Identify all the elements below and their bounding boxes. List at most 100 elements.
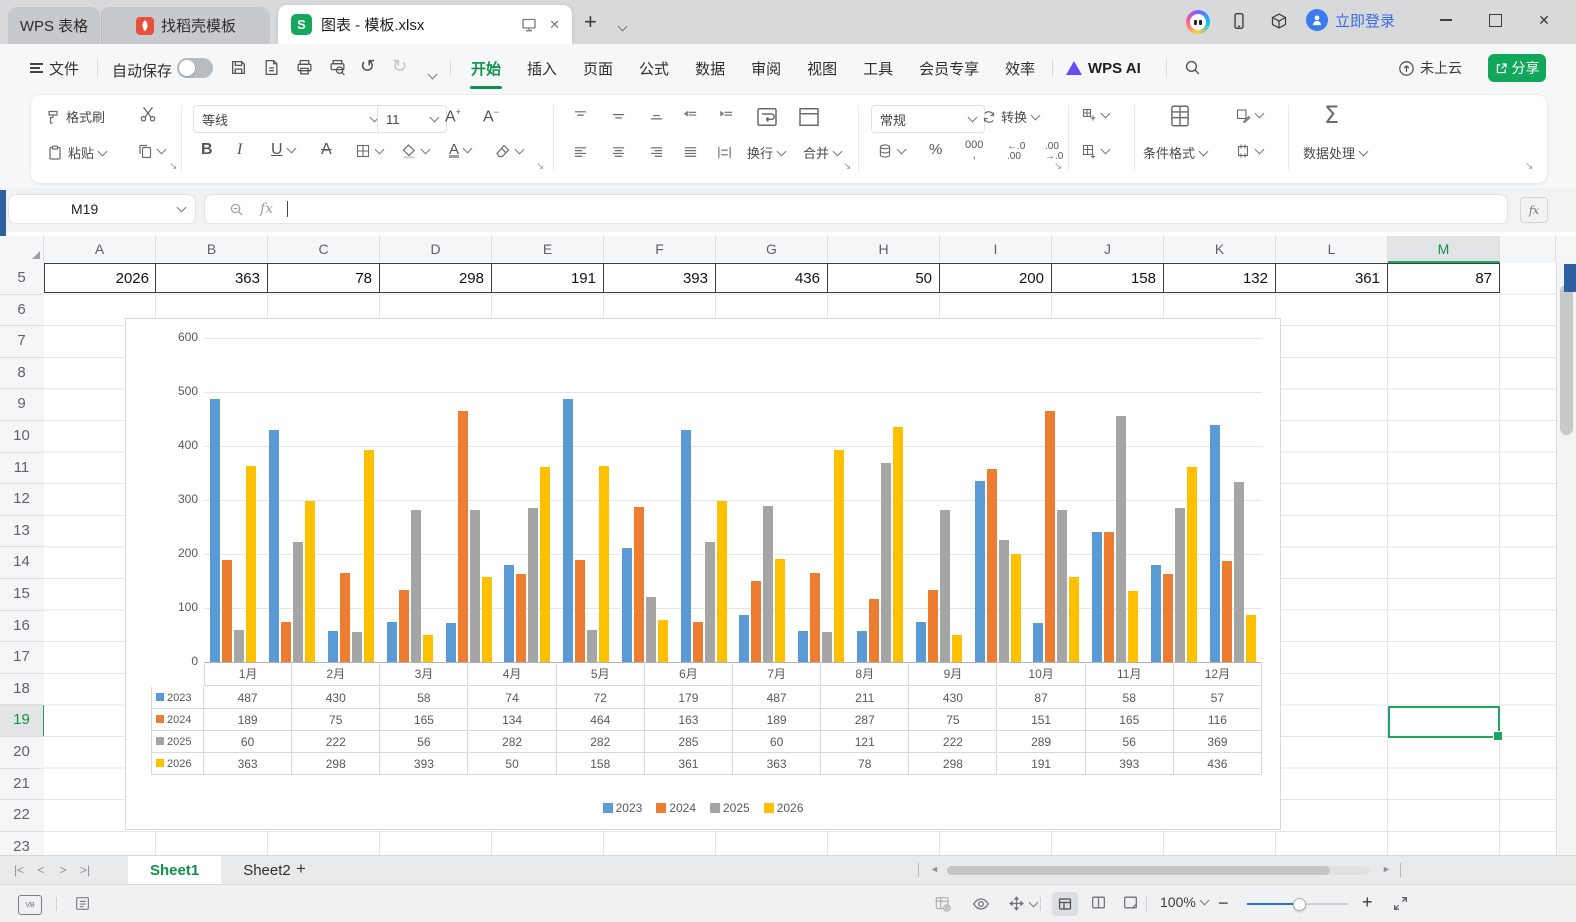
row-header-22[interactable]: 22 bbox=[0, 800, 43, 832]
bar-2023[interactable] bbox=[563, 399, 574, 662]
bar-2023[interactable] bbox=[1150, 565, 1161, 662]
legend-item-2023[interactable]: 2023 bbox=[602, 801, 642, 815]
scroll-left-icon[interactable]: ◄ bbox=[930, 864, 939, 874]
table-style-button[interactable] bbox=[1235, 143, 1265, 159]
view-normal-button[interactable] bbox=[1052, 892, 1078, 916]
clipboard-group-expander[interactable]: ↘ bbox=[169, 161, 177, 172]
column-header-I[interactable]: I bbox=[940, 236, 1052, 262]
column-header-C[interactable]: C bbox=[268, 236, 380, 262]
font-color-button[interactable]: A bbox=[449, 141, 473, 158]
print-icon[interactable] bbox=[296, 59, 313, 76]
row-header-11[interactable]: 11 bbox=[0, 452, 43, 485]
row-header-9[interactable]: 9 bbox=[0, 389, 43, 421]
cell-D5[interactable]: 298 bbox=[379, 263, 492, 293]
outline-view-icon[interactable] bbox=[74, 895, 91, 912]
share-button[interactable]: 分享 bbox=[1488, 54, 1546, 82]
scroll-right-icon[interactable]: ► bbox=[1382, 864, 1391, 874]
cube-icon[interactable] bbox=[1270, 12, 1288, 30]
row-header-20[interactable]: 20 bbox=[0, 737, 43, 769]
percent-style-button[interactable]: % bbox=[929, 141, 942, 158]
bar-2025[interactable] bbox=[880, 462, 891, 662]
bar-2023[interactable] bbox=[1033, 623, 1044, 662]
bar-2025[interactable] bbox=[528, 508, 539, 662]
zoom-slider-thumb[interactable] bbox=[1293, 898, 1306, 911]
bar-2026[interactable] bbox=[892, 426, 903, 662]
print-preview-icon[interactable] bbox=[329, 59, 346, 76]
tab-wps-home[interactable]: WPS 表格 bbox=[8, 7, 100, 44]
row-header-13[interactable]: 13 bbox=[0, 515, 43, 548]
menu-tab-数据[interactable]: 数据 bbox=[682, 44, 738, 92]
tab-list-chevron-icon[interactable] bbox=[614, 17, 628, 35]
justify-icon[interactable] bbox=[683, 145, 698, 160]
bar-2023[interactable] bbox=[504, 565, 515, 662]
bold-button[interactable]: B bbox=[201, 141, 213, 159]
hsplit-handle-right[interactable] bbox=[1400, 863, 1401, 877]
format-painter-button[interactable]: 格式刷 bbox=[45, 107, 105, 126]
legend-item-2024[interactable]: 2024 bbox=[656, 801, 696, 815]
align-left-icon[interactable] bbox=[573, 145, 588, 160]
name-box[interactable]: M19 bbox=[8, 194, 196, 224]
table-settings-icon[interactable] bbox=[934, 895, 952, 913]
insert-cells-button[interactable] bbox=[1081, 107, 1111, 123]
fill-color-button[interactable] bbox=[401, 143, 431, 159]
bar-2026[interactable] bbox=[1069, 576, 1080, 662]
bar-2023[interactable] bbox=[915, 622, 926, 662]
align-group-expander[interactable]: ↘ bbox=[843, 161, 851, 172]
login-area[interactable]: 立即登录 bbox=[1306, 9, 1395, 31]
number-group-expander[interactable]: ↘ bbox=[1054, 161, 1062, 172]
bar-2026[interactable] bbox=[481, 576, 492, 662]
underline-button[interactable]: U bbox=[271, 141, 297, 159]
column-header-L[interactable]: L bbox=[1276, 236, 1388, 262]
strikethrough-button[interactable]: A bbox=[321, 141, 332, 159]
cell-I5[interactable]: 200 bbox=[939, 263, 1052, 293]
embedded-chart[interactable]: 600 500 400 300 200 100 0 1月 2月 3月 4月 5月 6月 7月 8月 9月 10月… bbox=[125, 318, 1281, 830]
menu-tab-工具[interactable]: 工具 bbox=[850, 44, 906, 92]
view-page-button[interactable] bbox=[1122, 894, 1139, 911]
bar-2025[interactable] bbox=[410, 509, 421, 662]
data-process-button[interactable]: 数据处理 bbox=[1303, 143, 1369, 162]
italic-button[interactable]: I bbox=[237, 141, 242, 159]
row-header-10[interactable]: 10 bbox=[0, 421, 43, 453]
fill-handle[interactable] bbox=[1493, 731, 1503, 741]
cell-M5[interactable]: 87 bbox=[1387, 263, 1500, 293]
bar-2024[interactable] bbox=[1104, 532, 1115, 662]
cloud-sync-status[interactable]: 未上云 bbox=[1398, 44, 1462, 92]
assistant-icon[interactable] bbox=[1186, 10, 1210, 34]
selected-cell-m19[interactable] bbox=[1388, 706, 1503, 741]
bar-2023[interactable] bbox=[974, 481, 985, 662]
paste-button[interactable]: 粘贴 bbox=[47, 143, 108, 162]
shrink-font-button[interactable]: A− bbox=[483, 107, 499, 126]
font-group-expander[interactable]: ↘ bbox=[536, 161, 544, 172]
last-sheet-icon[interactable]: >| bbox=[74, 863, 96, 877]
font-name-select[interactable]: 等线 bbox=[193, 105, 387, 133]
tab-document-active[interactable]: S 图表 - 模板.xlsx ✕ bbox=[278, 5, 572, 44]
zoom-level-button[interactable]: 100% bbox=[1160, 894, 1210, 910]
bar-2025[interactable] bbox=[763, 505, 774, 662]
bar-2025[interactable] bbox=[293, 542, 304, 662]
bar-2024[interactable] bbox=[457, 411, 468, 662]
monitor-icon[interactable] bbox=[521, 17, 537, 33]
number-db-button[interactable] bbox=[877, 143, 907, 159]
column-header-H[interactable]: H bbox=[828, 236, 940, 262]
bar-2024[interactable] bbox=[339, 572, 350, 662]
decrease-decimal-button[interactable]: .00 →.0 bbox=[1045, 142, 1063, 162]
bar-2026[interactable] bbox=[246, 466, 257, 662]
bar-2025[interactable] bbox=[1233, 481, 1244, 662]
bar-2023[interactable] bbox=[386, 622, 397, 662]
menu-tab-视图[interactable]: 视图 bbox=[794, 44, 850, 92]
bar-2024[interactable] bbox=[1162, 574, 1173, 662]
first-sheet-icon[interactable]: |< bbox=[8, 863, 30, 877]
row-header-16[interactable]: 16 bbox=[0, 610, 43, 643]
bar-2024[interactable] bbox=[398, 589, 409, 662]
increase-decimal-button[interactable]: ←.0.00 bbox=[1007, 142, 1025, 162]
bar-2026[interactable] bbox=[599, 466, 610, 662]
horizontal-scroll-thumb[interactable] bbox=[947, 866, 1330, 875]
close-tab-icon[interactable]: ✕ bbox=[549, 17, 560, 33]
row-header-12[interactable]: 12 bbox=[0, 484, 43, 516]
wrap-text-button[interactable]: 换行 bbox=[747, 143, 787, 162]
macro-record-icon[interactable]: VB bbox=[18, 895, 42, 915]
select-all-corner[interactable] bbox=[0, 236, 44, 262]
conditional-format-button[interactable]: 条件格式 bbox=[1143, 143, 1209, 162]
bar-2025[interactable] bbox=[469, 509, 480, 662]
bar-2024[interactable] bbox=[575, 559, 586, 662]
